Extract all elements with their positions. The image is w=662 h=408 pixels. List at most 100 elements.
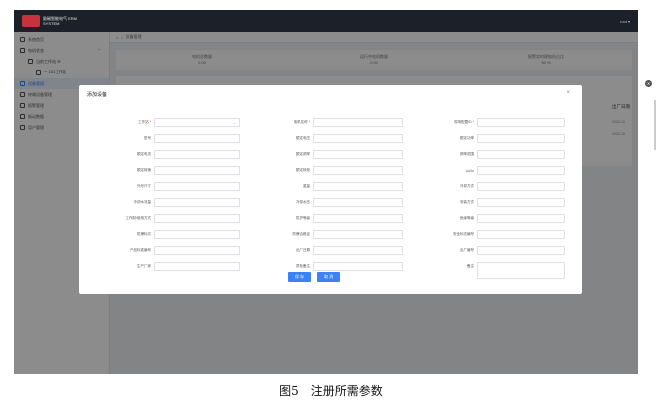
text-field[interactable] [477,182,565,191]
text-field[interactable] [154,182,240,191]
field-label-cell: 额定功率 [409,134,474,143]
field-label: 额定频率 [296,152,310,156]
field-label-cell: 防护等级 [246,214,310,223]
dialog-buttons: 保 存 取 消 [288,272,341,282]
dialog-title: 添加设备 [87,92,108,98]
user-menu[interactable]: root ▾ [620,19,630,24]
field-label-cell: 冷却水流量 [89,198,152,207]
field-label: 生产厂家 [137,264,151,268]
chevron-down-icon: ⌄ [232,120,236,125]
form-row: 冷却水流量 冷却水压 安装方式 [79,198,582,207]
text-field[interactable] [313,246,403,255]
text-field[interactable] [477,134,565,143]
field-label: 冷却水流量 [133,200,152,204]
field-label-cell: 现场配置ID [409,118,474,127]
form-row: 工作制/使用方式 防护等级 绝缘等级 [79,214,582,223]
field-label: 额定电流 [137,152,151,156]
field-label-cell: 频率范围 [409,150,474,159]
field-label: 冷却水压 [296,200,310,204]
field-label: 质检备注 [296,264,310,268]
field-label: 工作站 [89,120,151,125]
field-label-cell: 额定电流 [89,150,151,159]
field-label-cell: 生产厂家 [89,262,151,271]
field-label: 防爆标志 [137,232,151,236]
text-field[interactable] [154,246,240,255]
save-button[interactable]: 保 存 [288,272,312,282]
form-row: 型号 额定电压 额定功率 [79,134,582,143]
text-field[interactable] [477,230,565,239]
text-field[interactable] [154,198,240,207]
text-field[interactable] [477,166,565,175]
field-label-cell: 备注 [409,262,474,271]
field-label: 额定转矩 [296,168,310,172]
field-label: 防护等级 [296,216,310,220]
field-label: 出厂日期 [296,248,310,252]
field-label-cell: 工作站 [89,118,151,127]
text-field[interactable] [477,150,565,159]
form-row: 额定电流 额定频率 频率范围 [79,150,582,159]
text-field[interactable] [154,230,240,239]
cancel-button[interactable]: 取 消 [317,272,341,282]
form-row: 防爆标志 防爆合格证 安全标志编号 [79,230,582,239]
text-field[interactable] [477,198,565,207]
scrollbar[interactable] [654,100,656,150]
field-label: 工作制/使用方式 [125,216,151,220]
field-label-cell: 绝缘等级 [409,214,474,223]
field-label-cell: 额定频率 [246,150,310,159]
field-label-cell: 额定转速 [89,166,151,175]
field-label-cell: 出厂编号 [409,246,474,255]
field-label: 现场配置ID [409,120,474,125]
text-field[interactable] [313,182,403,191]
text-field[interactable] [154,166,240,175]
text-field[interactable] [154,150,240,159]
text-field[interactable] [154,262,240,271]
text-field[interactable] [477,118,565,127]
text-field[interactable] [313,262,403,271]
text-field[interactable] [313,230,403,239]
field-label-cell: 冷却水压 [246,198,310,207]
field-label-cell: 冷却方式 [409,182,474,191]
form-row: 额定转速 额定转矩 Uo/Io [79,166,582,175]
form-row: 外形尺寸 重量 冷却方式 [79,182,582,191]
field-label-cell: 安全标志编号 [409,230,474,239]
text-field[interactable] [477,214,565,223]
text-field[interactable] [313,198,403,207]
text-field[interactable] [313,118,403,127]
close-icon[interactable]: × [566,90,570,96]
form-row: 生产厂家 质检备注 备注 [79,262,582,279]
field-label: Uo/Io [465,168,474,173]
close-circle-icon[interactable]: ✕ [645,80,652,87]
workstation-select[interactable]: ⌄ [154,118,240,127]
text-field[interactable] [154,214,240,223]
field-label: 产品标准编号 [130,248,151,252]
field-label: 额定功率 [460,136,474,140]
add-device-dialog: 添加设备 × 工作站 ⌄ 电机名称 现场配置ID 型号 额定电压 额定功率额定电流 额定频率 频… [79,85,582,294]
text-field[interactable] [154,134,240,143]
field-label-cell: 安装方式 [409,198,474,207]
field-label: 外形尺寸 [137,184,151,188]
field-label-cell: 型号 [89,134,151,143]
field-label-cell: 防爆标志 [89,230,151,239]
field-label-cell: 外形尺寸 [89,182,151,191]
text-field[interactable] [313,166,403,175]
field-label: 安装方式 [460,200,474,204]
field-label: 防爆合格证 [292,232,311,236]
field-label: 频率范围 [460,152,474,156]
logo-text: 励磁智能电气 ERM SYSTEM [43,16,77,26]
field-label: 绝缘等级 [460,216,474,220]
text-field[interactable] [313,214,403,223]
field-label: 安全标志编号 [453,232,474,236]
field-label-cell: 质检备注 [246,262,310,271]
logo-icon [22,15,40,27]
text-field[interactable] [313,150,403,159]
text-field[interactable] [313,134,403,143]
field-label: 备注 [467,264,474,268]
remark-textarea[interactable] [477,262,565,279]
field-label-cell: 电机名称 [246,118,310,127]
field-label-cell: 重量 [246,182,310,191]
text-field[interactable] [477,246,565,255]
field-label: 额定电压 [296,136,310,140]
field-label-cell: Uo/Io [409,166,474,175]
field-label: 额定转速 [137,168,151,172]
field-label-cell: 额定电压 [246,134,310,143]
